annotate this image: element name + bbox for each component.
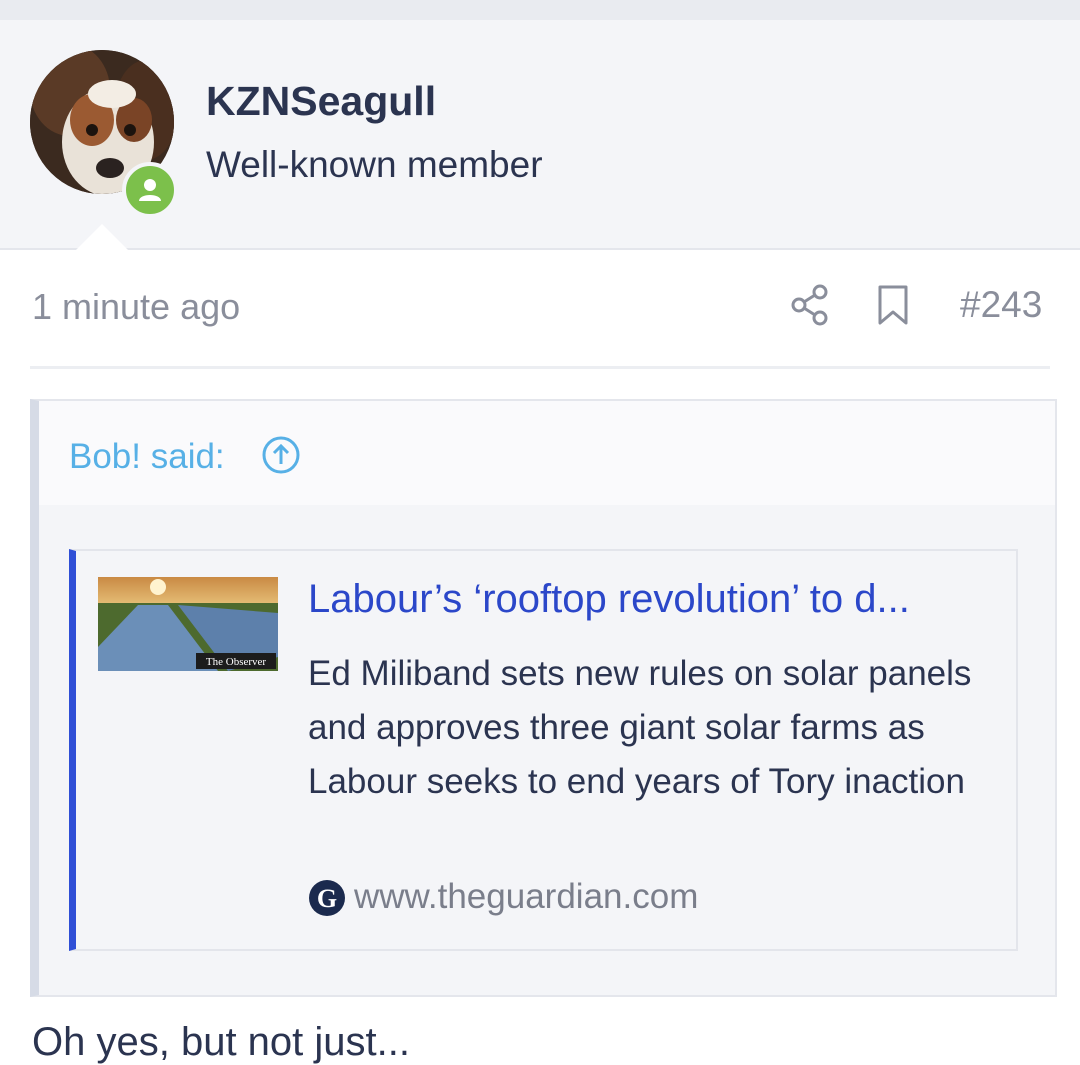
online-badge (122, 162, 178, 218)
quote-author[interactable]: Bob! said: (69, 437, 225, 477)
post-timestamp[interactable]: 1 minute ago (32, 286, 240, 328)
share-icon[interactable] (790, 284, 830, 326)
link-preview-card[interactable]: The Observer Labour’s ‘rooftop revolutio… (69, 549, 1018, 951)
quote-header: Bob! said: (39, 401, 1055, 505)
user-header: KZNSeagull Well-known member (0, 20, 1080, 250)
username[interactable]: KZNSeagull (206, 78, 436, 125)
post-body-text: Oh yes, but not just... (32, 1020, 410, 1064)
thumbnail-brand: The Observer (206, 656, 267, 668)
post-pointer (76, 224, 128, 250)
link-card-domain[interactable]: www.theguardian.com (354, 877, 698, 917)
svg-text:G: G (317, 884, 337, 913)
link-card-description: Ed Miliband sets new rules on solar pane… (308, 654, 972, 801)
post-number[interactable]: #243 (960, 284, 1042, 326)
bookmark-icon[interactable] (876, 284, 910, 326)
link-card-title[interactable]: Labour’s ‘rooftop revolution’ to d... (308, 577, 998, 622)
guardian-logo-icon: G (309, 880, 345, 916)
post-meta: 1 minute ago #243 (30, 248, 1050, 369)
top-strip (0, 0, 1080, 20)
link-thumbnail[interactable]: The Observer (98, 577, 278, 671)
arrow-up-circle-icon[interactable] (261, 435, 301, 475)
person-online-icon (139, 179, 161, 201)
quote-block: Bob! said: The Observer Labour’s ‘roofto… (30, 399, 1057, 997)
user-title: Well-known member (206, 144, 543, 185)
